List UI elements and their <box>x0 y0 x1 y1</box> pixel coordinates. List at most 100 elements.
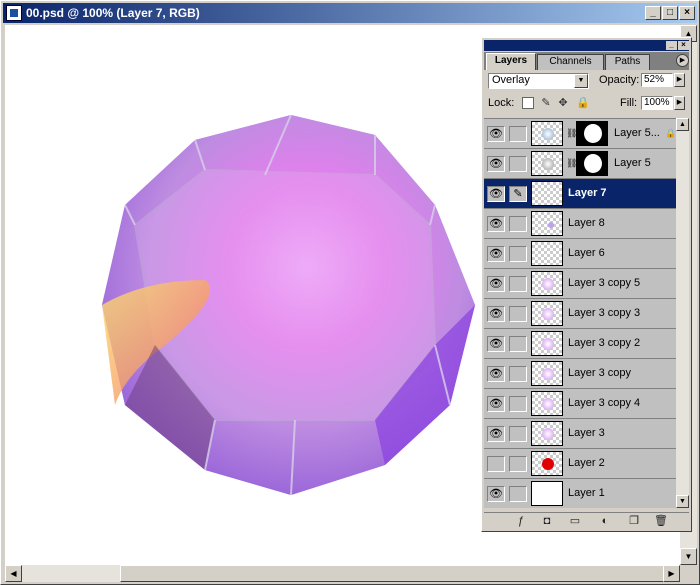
eye-icon[interactable]: 👁 <box>487 216 505 232</box>
lock-transparency-icon[interactable] <box>522 97 534 109</box>
opacity-slider-arrow-icon[interactable]: ▶ <box>674 73 685 87</box>
layer-mask-thumbnail[interactable] <box>576 151 608 176</box>
palette-menu-icon[interactable]: ▶ <box>676 54 689 67</box>
layer-row[interactable]: 👁 ⛓ Layer 5 <box>484 149 676 179</box>
layer-name: Layer 3 copy <box>568 367 631 379</box>
layer-thumbnail <box>531 451 563 476</box>
layers-scrollbar[interactable]: ▲ ▼ <box>676 118 689 508</box>
scroll-down-icon[interactable]: ▼ <box>680 548 697 565</box>
eye-icon[interactable]: 👁 <box>487 486 505 502</box>
eye-icon[interactable]: 👁 <box>487 426 505 442</box>
layer-row[interactable]: 👁 ⛓ Layer 5... 🔒 <box>484 119 676 149</box>
layer-name: Layer 2 <box>568 457 605 469</box>
layer-link-slot[interactable] <box>509 486 527 502</box>
layer-link-slot[interactable] <box>509 366 527 382</box>
layer-row[interactable]: Layer 2 <box>484 449 676 479</box>
layer-row[interactable]: 👁 Layer 1 <box>484 479 676 508</box>
layer-link-slot[interactable] <box>509 126 527 142</box>
brush-icon[interactable]: ✎ <box>509 186 527 202</box>
lock-brush-icon[interactable]: ✎ <box>540 97 552 109</box>
palette-close-button[interactable]: × <box>678 41 689 50</box>
lock-move-icon[interactable]: ✥ <box>557 97 569 109</box>
layer-name: Layer 1 <box>568 487 605 499</box>
layer-link-slot[interactable] <box>509 156 527 172</box>
layer-thumbnail <box>531 301 563 326</box>
layer-mask-thumbnail[interactable] <box>576 121 608 146</box>
eye-hidden-slot[interactable] <box>487 456 505 472</box>
layer-name: Layer 3 copy 2 <box>568 337 641 349</box>
layer-link-slot[interactable] <box>509 276 527 292</box>
palette-minimize-button[interactable]: _ <box>666 41 677 50</box>
layer-link-slot[interactable] <box>509 246 527 262</box>
chevron-down-icon[interactable]: ▼ <box>574 74 588 88</box>
maximize-button[interactable]: □ <box>662 6 678 20</box>
resize-corner[interactable] <box>680 565 697 582</box>
layer-row[interactable]: 👁 Layer 3 copy 2 <box>484 329 676 359</box>
trash-icon[interactable]: 🗑 <box>654 515 668 528</box>
layer-name: Layer 5... <box>614 127 660 139</box>
eye-icon[interactable]: 👁 <box>487 186 505 202</box>
layer-link-slot[interactable] <box>509 306 527 322</box>
layer-thumbnail <box>531 331 563 356</box>
layer-link-slot[interactable] <box>509 216 527 232</box>
layer-thumbnail <box>531 121 563 146</box>
layer-thumbnail <box>531 211 563 236</box>
blend-mode-value: Overlay <box>492 74 530 86</box>
layers-list: 👁 ⛓ Layer 5... 🔒 👁 ⛓ Layer 5 👁 ✎ Layer 7… <box>484 118 676 508</box>
scroll-down-icon[interactable]: ▼ <box>676 495 689 508</box>
tab-paths[interactable]: Paths <box>605 54 650 70</box>
new-set-folder-icon[interactable]: ▭ <box>568 515 582 528</box>
layer-thumbnail <box>531 391 563 416</box>
eye-icon[interactable]: 👁 <box>487 306 505 322</box>
close-button[interactable]: × <box>679 6 695 20</box>
padlock-icon: 🔒 <box>665 128 676 138</box>
window-title: 00.psd @ 100% (Layer 7, RGB) <box>26 6 200 20</box>
scroll-right-icon[interactable]: ▶ <box>663 565 680 582</box>
add-mask-icon[interactable]: ◘ <box>540 515 554 528</box>
layer-link-slot[interactable] <box>509 426 527 442</box>
layer-style-icon[interactable]: ƒ <box>514 515 528 528</box>
blend-mode-select[interactable]: Overlay ▼ <box>488 73 589 89</box>
eye-icon[interactable]: 👁 <box>487 156 505 172</box>
lock-all-icon[interactable]: 🔒 <box>576 97 590 109</box>
new-layer-icon[interactable]: ❐ <box>627 515 641 528</box>
layer-link-slot[interactable] <box>509 396 527 412</box>
scroll-up-icon[interactable]: ▲ <box>676 118 689 131</box>
tab-layers[interactable]: Layers <box>486 53 536 70</box>
eye-icon[interactable]: 👁 <box>487 276 505 292</box>
opacity-input[interactable]: 52% <box>641 73 673 87</box>
fill-input[interactable]: 100% <box>641 96 673 110</box>
tab-channels[interactable]: Channels <box>537 54 604 70</box>
layer-row[interactable]: 👁 Layer 3 copy 5 <box>484 269 676 299</box>
horizontal-scrollbar[interactable]: ◀ ▶ <box>5 565 680 582</box>
layer-row[interactable]: 👁 Layer 3 <box>484 419 676 449</box>
eye-icon[interactable]: 👁 <box>487 366 505 382</box>
eye-icon[interactable]: 👁 <box>487 396 505 412</box>
fill-slider-arrow-icon[interactable]: ▶ <box>674 96 685 110</box>
layer-name: Layer 6 <box>568 247 605 259</box>
layer-row-selected[interactable]: 👁 ✎ Layer 7 <box>484 179 676 209</box>
layer-row[interactable]: 👁 Layer 8 <box>484 209 676 239</box>
palette-bottom-toolbar: ƒ ◘ ▭ ◐ ❐ 🗑 <box>484 512 689 530</box>
layer-thumbnail <box>531 181 563 206</box>
layer-row[interactable]: 👁 Layer 3 copy <box>484 359 676 389</box>
layer-row[interactable]: 👁 Layer 3 copy 3 <box>484 299 676 329</box>
eye-icon[interactable]: 👁 <box>487 246 505 262</box>
opacity-label: Opacity: <box>599 74 640 86</box>
layer-link-slot[interactable] <box>509 336 527 352</box>
scroll-left-icon[interactable]: ◀ <box>5 565 22 582</box>
palette-title-bar[interactable]: _ × <box>484 40 689 51</box>
layer-name: Layer 8 <box>568 217 605 229</box>
horizontal-scroll-thumb[interactable] <box>120 565 665 582</box>
layer-link-slot[interactable] <box>509 456 527 472</box>
layer-thumbnail <box>531 361 563 386</box>
title-bar[interactable]: 00.psd @ 100% (Layer 7, RGB) _ □ × <box>3 3 697 23</box>
eye-icon[interactable]: 👁 <box>487 126 505 142</box>
eye-icon[interactable]: 👁 <box>487 336 505 352</box>
adjustment-layer-icon[interactable]: ◐ <box>598 515 612 528</box>
layer-row[interactable]: 👁 Layer 6 <box>484 239 676 269</box>
layer-row[interactable]: 👁 Layer 3 copy 4 <box>484 389 676 419</box>
minimize-button[interactable]: _ <box>645 6 661 20</box>
layer-thumbnail <box>531 421 563 446</box>
layer-thumbnail <box>531 481 563 506</box>
